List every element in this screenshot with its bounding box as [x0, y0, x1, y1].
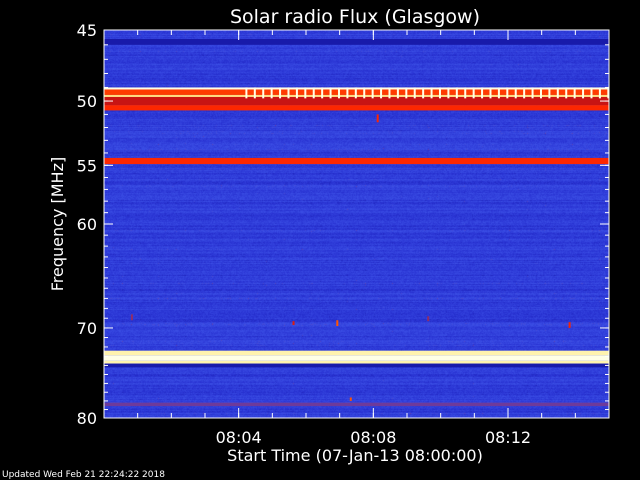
- y-tick-label: 80: [77, 409, 97, 428]
- comb-spike: [262, 87, 265, 99]
- y-tick-label: 55: [77, 156, 97, 175]
- comb-spike: [337, 87, 340, 99]
- frequency-band: [104, 105, 609, 111]
- comb-spike: [472, 87, 475, 99]
- x-tick-label: 08:04: [216, 428, 262, 447]
- comb-spike: [565, 87, 568, 99]
- comb-spike: [371, 87, 374, 99]
- comb-spike: [497, 87, 500, 99]
- x-axis-label: Start Time (07-Jan-13 08:00:00): [227, 446, 483, 465]
- comb-spike: [556, 87, 559, 99]
- comb-spike: [573, 87, 576, 99]
- comb-spike: [312, 87, 315, 99]
- comb-spike: [253, 87, 256, 99]
- frequency-band: [104, 350, 609, 356]
- comb-spike: [346, 87, 349, 99]
- frequency-band: [104, 38, 609, 45]
- comb-spike: [539, 87, 542, 99]
- comb-spike: [514, 87, 517, 99]
- comb-spike: [396, 87, 399, 99]
- comb-spike: [405, 87, 408, 99]
- comb-spike: [354, 87, 357, 99]
- frequency-band: [104, 363, 609, 368]
- comb-spike: [329, 87, 332, 99]
- comb-spike: [523, 87, 526, 99]
- chart-title: Solar radio Flux (Glasgow): [230, 6, 480, 28]
- comb-spike: [304, 87, 307, 99]
- burst-spike: [292, 321, 295, 326]
- spectrogram-figure: Solar radio Flux (Glasgow) 45 50 55 60 70 80 0…: [0, 0, 640, 480]
- comb-spike: [506, 87, 509, 99]
- comb-spike: [321, 87, 324, 99]
- frequency-band: [104, 157, 609, 165]
- y-tick-label: 50: [77, 92, 97, 111]
- y-tick-label: 60: [77, 215, 97, 234]
- comb-spike: [270, 87, 273, 99]
- y-tick-label: 70: [77, 319, 97, 338]
- burst-spike: [376, 114, 379, 123]
- comb-spike: [489, 87, 492, 99]
- burst-spike: [568, 322, 571, 328]
- burst-spike: [427, 316, 430, 322]
- updated-footer: Updated Wed Feb 21 22:24:22 2018: [2, 470, 165, 480]
- y-tick-label: 45: [77, 21, 97, 40]
- comb-spike: [279, 87, 282, 99]
- x-tick-label: 08:08: [350, 428, 396, 447]
- comb-spike: [598, 87, 601, 99]
- comb-spike: [438, 87, 441, 99]
- frequency-band: [104, 402, 609, 407]
- comb-spike: [582, 87, 585, 99]
- comb-spike: [430, 87, 433, 99]
- comb-spike: [481, 87, 484, 99]
- comb-spike: [548, 87, 551, 99]
- comb-spike: [413, 87, 416, 99]
- burst-spike: [336, 320, 339, 327]
- burst-spike: [349, 397, 352, 401]
- comb-spike: [295, 87, 298, 99]
- comb-spike: [531, 87, 534, 99]
- comb-spike: [447, 87, 450, 99]
- comb-spike: [464, 87, 467, 99]
- comb-spike: [590, 87, 593, 99]
- comb-spike: [380, 87, 383, 99]
- comb-spike: [388, 87, 391, 99]
- frequency-band: [104, 355, 609, 361]
- y-axis-label: Frequency [MHz]: [48, 157, 67, 291]
- burst-spike: [130, 314, 133, 321]
- comb-spike: [455, 87, 458, 99]
- comb-spike: [422, 87, 425, 99]
- x-tick-label: 08:12: [485, 428, 531, 447]
- frequency-band: [104, 360, 609, 364]
- chart-svg: Solar radio Flux (Glasgow) 45 50 55 60 70 80 0…: [0, 0, 640, 480]
- comb-spike: [287, 87, 290, 99]
- comb-spike: [363, 87, 366, 99]
- comb-spike: [245, 87, 248, 99]
